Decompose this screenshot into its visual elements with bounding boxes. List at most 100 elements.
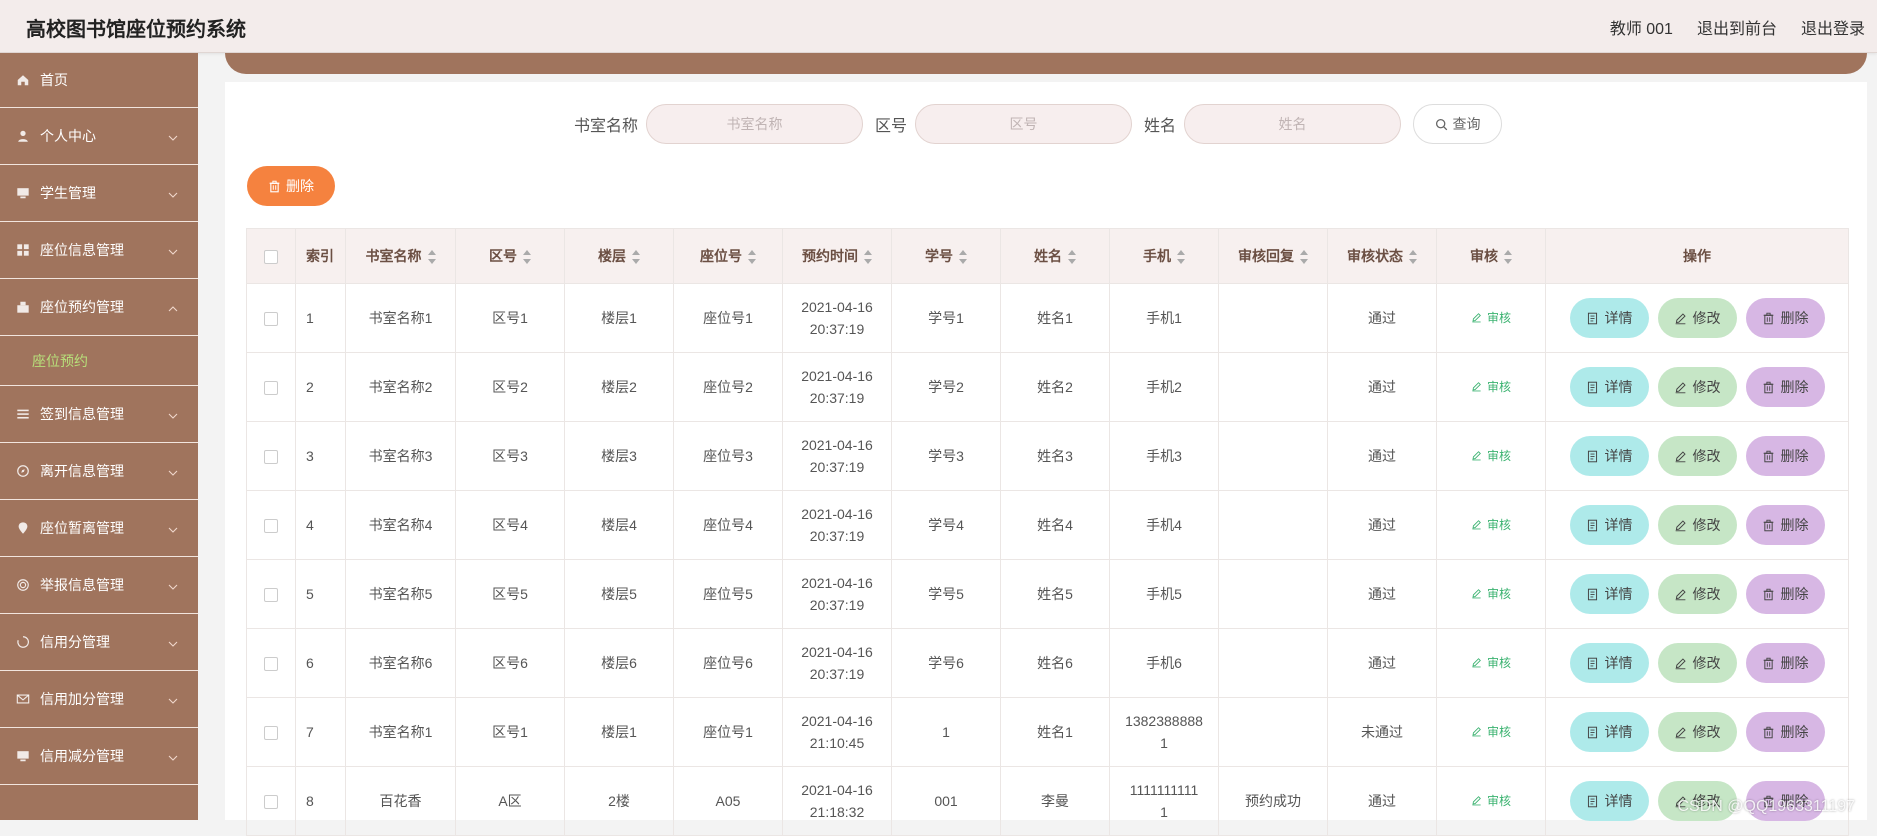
column-header-0: 索引	[295, 228, 346, 284]
cell-area: 区号4	[455, 490, 565, 560]
column-header-3[interactable]: 楼层	[564, 228, 674, 284]
column-header-6[interactable]: 学号	[891, 228, 1001, 284]
chevron-down-icon	[168, 636, 178, 647]
sort-icon[interactable]	[1300, 250, 1308, 265]
sidebar-item-10[interactable]: 信用加分管理	[0, 671, 198, 728]
row-checkbox[interactable]	[264, 519, 278, 534]
audit-link[interactable]: 审核	[1471, 583, 1511, 605]
sidebar-item-8[interactable]: 举报信息管理	[0, 557, 198, 614]
sort-icon[interactable]	[427, 250, 436, 265]
grid-icon	[16, 243, 30, 257]
column-header-4[interactable]: 座位号	[673, 228, 783, 284]
sidebar-item-6[interactable]: 离开信息管理	[0, 443, 198, 500]
sort-icon[interactable]	[1409, 250, 1417, 265]
column-header-11[interactable]: 审核	[1436, 228, 1546, 284]
sidebar-item-5[interactable]: 签到信息管理	[0, 386, 198, 443]
edit-button[interactable]: 修改	[1657, 367, 1737, 407]
sort-icon[interactable]	[748, 250, 756, 265]
column-header-8[interactable]: 手机	[1109, 228, 1219, 284]
column-header-7[interactable]: 姓名	[1000, 228, 1110, 284]
detail-button[interactable]: 详情	[1569, 436, 1649, 476]
edit-icon	[1675, 381, 1686, 393]
edit-icon	[1675, 657, 1686, 669]
batch-delete-button[interactable]: 删除	[247, 166, 335, 206]
column-header-1[interactable]: 书室名称	[345, 228, 456, 284]
detail-button[interactable]: 详情	[1569, 298, 1649, 338]
edit-button[interactable]: 修改	[1657, 712, 1737, 752]
edit-button[interactable]: 修改	[1657, 298, 1737, 338]
delete-button[interactable]: 删除	[1745, 505, 1825, 545]
sidebar-item-9[interactable]: 信用分管理	[0, 614, 198, 671]
detail-button[interactable]: 详情	[1569, 712, 1649, 752]
audit-link[interactable]: 审核	[1471, 790, 1511, 812]
current-user-link[interactable]: 教师 001	[1610, 15, 1673, 39]
sort-icon[interactable]	[864, 250, 872, 265]
cell-seat-number: 座位号2	[673, 352, 783, 422]
sidebar-item-11[interactable]: 信用减分管理	[0, 728, 198, 785]
row-checkbox[interactable]	[264, 657, 278, 672]
audit-link[interactable]: 审核	[1471, 514, 1511, 536]
sort-icon[interactable]	[959, 250, 967, 265]
edit-button[interactable]: 修改	[1657, 436, 1737, 476]
cell-student-id: 学号5	[891, 559, 1001, 629]
reservation-clock: 20:37:19	[809, 666, 865, 682]
cell-audit-status: 通过	[1327, 766, 1437, 836]
column-header-10[interactable]: 审核状态	[1327, 228, 1437, 284]
column-header-9[interactable]: 审核回复	[1218, 228, 1328, 284]
detail-button[interactable]: 详情	[1569, 781, 1649, 821]
exit-to-front-link[interactable]: 退出到前台	[1697, 15, 1777, 39]
audit-link[interactable]: 审核	[1471, 445, 1511, 467]
table-row: 7 书室名称1 区号1 楼层1 座位号1 2021-04-16 21:10:45 1 姓名1 13…	[246, 697, 1849, 767]
room-name-input[interactable]	[646, 104, 864, 144]
sidebar-item-7[interactable]: 座位暂离管理	[0, 500, 198, 557]
sort-icon[interactable]	[1504, 250, 1512, 265]
delete-button[interactable]: 删除	[1745, 436, 1825, 476]
row-checkbox[interactable]	[264, 795, 278, 810]
reservation-clock: 20:37:19	[809, 390, 865, 406]
sort-icon[interactable]	[1068, 250, 1076, 265]
audit-link[interactable]: 审核	[1471, 652, 1511, 674]
name-input[interactable]	[1184, 104, 1402, 144]
sidebar-item-2[interactable]: 学生管理	[0, 165, 198, 222]
sidebar-item-4[interactable]: 座位预约管理	[0, 279, 198, 336]
audit-link[interactable]: 审核	[1471, 376, 1511, 398]
delete-button[interactable]: 删除	[1745, 367, 1825, 407]
sidebar-item-0[interactable]: 首页	[0, 53, 198, 108]
detail-button[interactable]: 详情	[1569, 574, 1649, 614]
detail-button[interactable]: 详情	[1569, 505, 1649, 545]
sort-icon[interactable]	[632, 250, 640, 265]
sidebar-item-3[interactable]: 座位信息管理	[0, 222, 198, 279]
sort-icon[interactable]	[1177, 250, 1185, 265]
detail-button[interactable]: 详情	[1569, 367, 1649, 407]
detail-button-label: 详情	[1604, 448, 1633, 464]
logout-link[interactable]: 退出登录	[1801, 15, 1865, 39]
delete-button[interactable]: 删除	[1745, 643, 1825, 683]
audit-link[interactable]: 审核	[1471, 307, 1511, 329]
cell-index: 5	[295, 559, 346, 629]
audit-link[interactable]: 审核	[1471, 721, 1511, 743]
edit-icon	[1472, 313, 1481, 323]
column-header-5[interactable]: 预约时间	[782, 228, 892, 284]
row-checkbox[interactable]	[264, 588, 278, 603]
select-all-checkbox[interactable]	[264, 250, 278, 265]
row-checkbox[interactable]	[264, 312, 278, 327]
query-button[interactable]: 查询	[1413, 104, 1503, 144]
sort-icon[interactable]	[523, 250, 531, 265]
detail-button[interactable]: 详情	[1569, 643, 1649, 683]
edit-button[interactable]: 修改	[1657, 643, 1737, 683]
row-checkbox[interactable]	[264, 450, 278, 465]
column-header-2[interactable]: 区号	[455, 228, 565, 284]
sidebar-subitem-seat-reservation[interactable]: 座位预约	[0, 336, 198, 386]
edit-button[interactable]: 修改	[1657, 574, 1737, 614]
area-input[interactable]	[915, 104, 1133, 144]
room-name-label: 书室名称	[574, 118, 639, 135]
row-checkbox[interactable]	[264, 726, 278, 741]
edit-button[interactable]: 修改	[1657, 505, 1737, 545]
row-checkbox[interactable]	[264, 381, 278, 396]
sidebar-item-1[interactable]: 个人中心	[0, 108, 198, 165]
delete-button[interactable]: 删除	[1745, 574, 1825, 614]
delete-button[interactable]: 删除	[1745, 298, 1825, 338]
cell-room-name: 书室名称6	[345, 628, 456, 698]
cell-area: 区号6	[455, 628, 565, 698]
delete-button[interactable]: 删除	[1745, 712, 1825, 752]
